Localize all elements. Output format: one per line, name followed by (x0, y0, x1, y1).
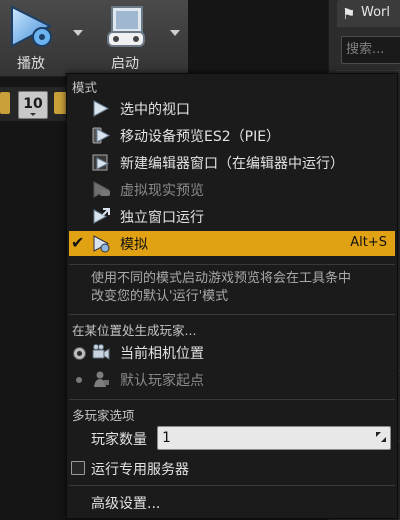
player-count-input[interactable] (158, 427, 362, 449)
outliner-search-input[interactable] (342, 37, 400, 61)
radio-selected-icon[interactable] (73, 347, 86, 360)
spawn-default-player-start: 默认玩家起点 (69, 367, 395, 392)
advanced-settings-item[interactable]: 高级设置... (69, 490, 395, 515)
outliner-search[interactable] (341, 36, 400, 64)
mode-label: 独立窗口运行 (120, 210, 204, 226)
spawn-option-label: 当前相机位置 (120, 346, 204, 362)
player-start-icon (94, 371, 109, 387)
play-button[interactable]: 播放 (0, 0, 62, 76)
play-mode-menu: 模式 选中的视口 移动设备预览ES2（PIE） 新建编辑器窗口（在编辑器中运行）… (66, 73, 398, 519)
spawn-current-camera[interactable]: 当前相机位置 (69, 340, 395, 365)
mode-vr-preview: 虚拟现实预览 (69, 177, 395, 202)
menu-separator (69, 314, 395, 315)
camera-icon (92, 344, 110, 360)
launch-button[interactable]: 启动 (94, 0, 156, 76)
grid-snap-value[interactable]: 10 (18, 91, 48, 119)
launch-label: 启动 (111, 56, 139, 72)
spawn-option-label: 默认玩家起点 (120, 373, 204, 389)
dedicated-server-row[interactable]: 运行专用服务器 (69, 456, 395, 481)
panel-divider (337, 70, 400, 71)
menu-separator (69, 399, 395, 400)
mode-label: 新建编辑器窗口（在编辑器中运行） (120, 156, 344, 172)
mode-hint-text: 使用不同的模式启动游戏预览将会在工具条中 改变您的默认'运行'模式 (91, 270, 391, 306)
play-triangle-icon (93, 100, 110, 117)
viewport-toolbar-strip: 10 (0, 87, 76, 121)
mode-new-editor-window[interactable]: 新建编辑器窗口（在编辑器中运行） (69, 150, 395, 175)
player-count-field[interactable] (157, 426, 391, 450)
standalone-icon (93, 208, 110, 224)
world-outliner-tab[interactable]: ⚑ Worl (337, 0, 400, 27)
camera-speed-badge[interactable] (0, 92, 10, 114)
mode-label: 移动设备预览ES2（PIE） (120, 129, 281, 145)
menu-separator (69, 264, 395, 265)
tab-label: Worl (361, 5, 391, 20)
simulate-icon (93, 235, 110, 253)
hint-line: 使用不同的模式启动游戏预览将会在工具条中 (91, 271, 352, 286)
multiplayer-section-title: 多玩家选项 (72, 408, 135, 423)
new-window-icon (92, 154, 110, 171)
dedicated-server-label: 运行专用服务器 (91, 462, 189, 478)
level-editor-toolbar: 播放 启动 (0, 0, 188, 77)
play-dropdown-arrow-icon[interactable] (73, 30, 83, 36)
dedicated-server-checkbox[interactable] (71, 461, 85, 475)
mode-label: 选中的视口 (120, 102, 190, 118)
play-icon (11, 5, 53, 48)
vr-headset-icon (93, 181, 110, 198)
checkmark-icon: ✔ (71, 233, 85, 252)
mode-standalone-game[interactable]: 独立窗口运行 (69, 204, 395, 229)
mode-selected-viewport[interactable]: 选中的视口 (69, 96, 395, 121)
spawn-section-title: 在某位置处生成玩家... (72, 323, 197, 338)
play-label: 播放 (17, 56, 45, 72)
simulate-shortcut: Alt+S (350, 235, 387, 250)
mode-simulate[interactable]: ✔ 模拟 Alt+S (69, 231, 395, 256)
radio-unselected-icon (76, 377, 82, 383)
mode-mobile-preview[interactable]: 移动设备预览ES2（PIE） (69, 123, 395, 148)
launch-icon (107, 6, 145, 47)
launch-dropdown-arrow-icon[interactable] (170, 30, 180, 36)
expand-arrows-icon (376, 432, 386, 442)
mode-label: 虚拟现实预览 (120, 183, 204, 199)
mode-label: 模拟 (120, 237, 148, 253)
outliner-icon: ⚑ (342, 5, 356, 23)
menu-separator (69, 485, 395, 486)
player-count-label: 玩家数量 (91, 432, 147, 448)
mobile-preview-icon (92, 127, 111, 144)
hint-line: 改变您的默认'运行'模式 (91, 289, 229, 304)
player-count-row: 玩家数量 (69, 425, 395, 451)
modes-section-title: 模式 (72, 80, 98, 95)
advanced-settings-label: 高级设置... (91, 496, 161, 512)
